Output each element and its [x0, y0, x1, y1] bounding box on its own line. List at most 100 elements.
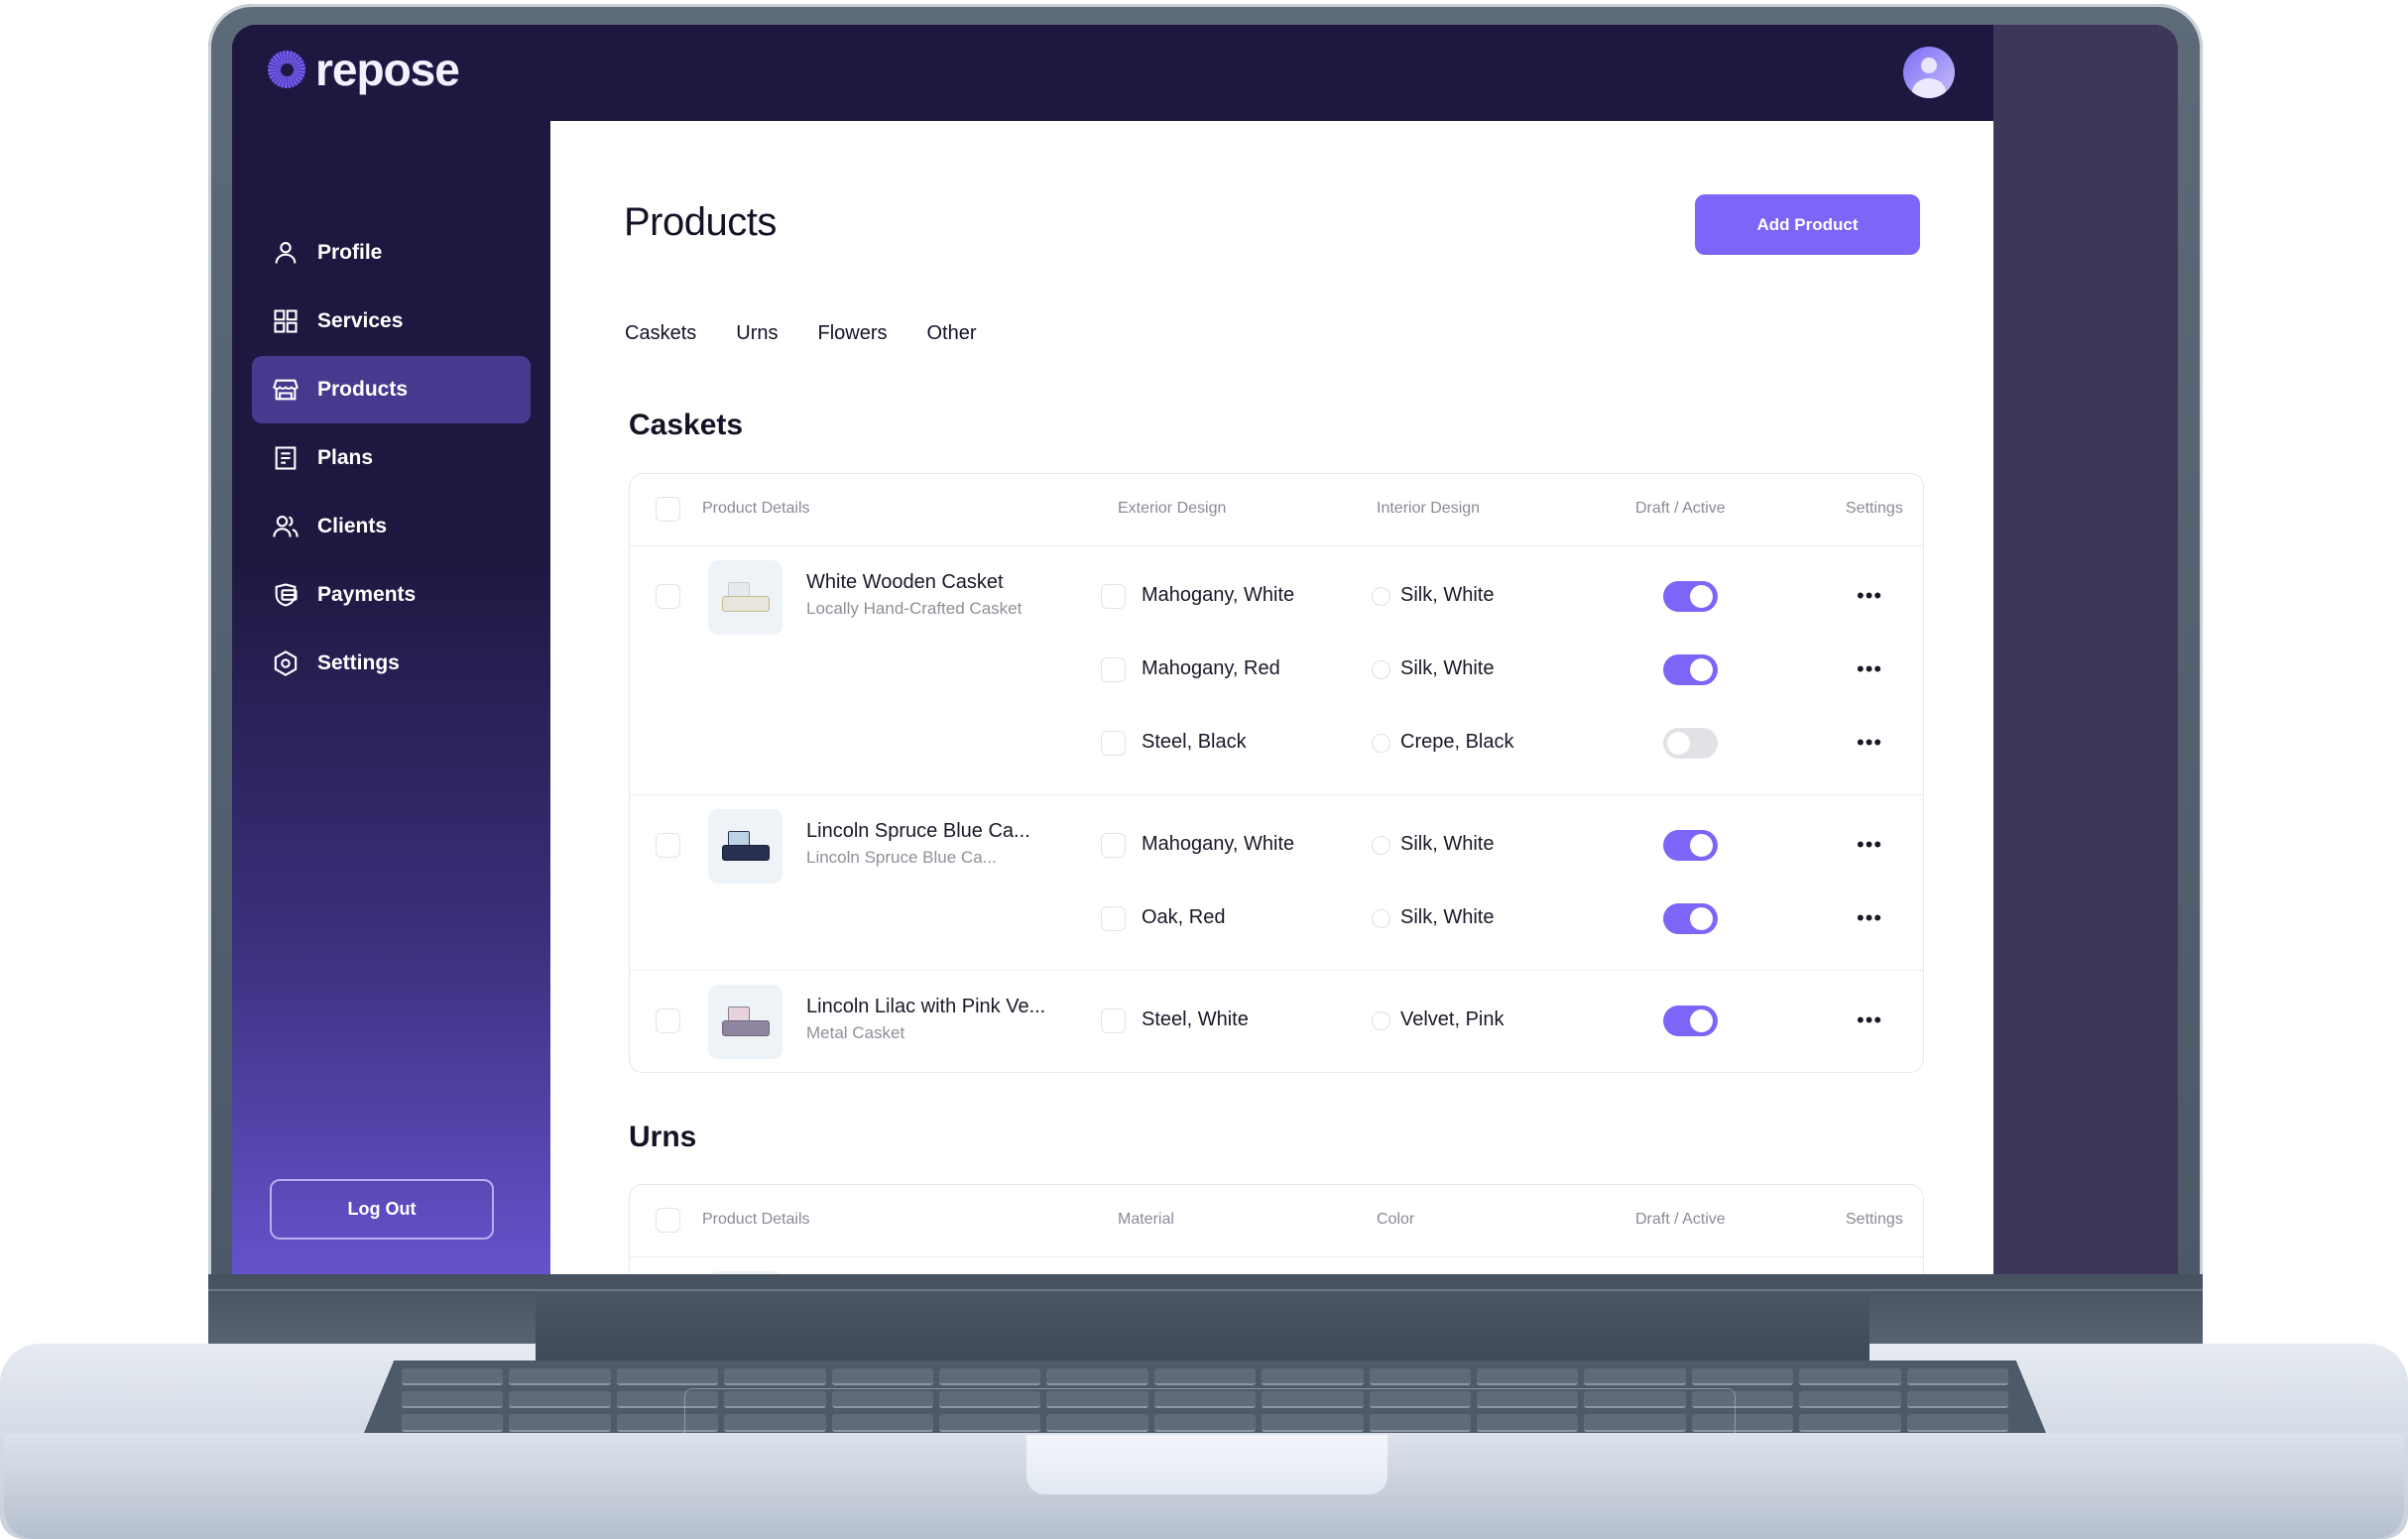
keyboard-key: [1477, 1368, 1579, 1386]
active-toggle[interactable]: [1663, 654, 1718, 685]
interior-radio[interactable]: [1372, 836, 1390, 855]
variant-checkbox[interactable]: [1101, 833, 1126, 858]
interior-radio[interactable]: [1372, 734, 1390, 753]
select-all-checkbox[interactable]: [656, 497, 680, 522]
sidebar-item-settings[interactable]: Settings: [252, 630, 531, 697]
keyboard-key: [1262, 1368, 1364, 1386]
interior-design: Crepe, Black: [1400, 731, 1514, 753]
page-title: Products: [624, 200, 777, 244]
casket-blue-icon: [720, 830, 772, 863]
more-options-icon[interactable]: •••: [1857, 732, 1886, 754]
hexagon-gear-icon: [274, 651, 298, 676]
column-header: Product Details: [702, 500, 810, 517]
keyboard-key: [1369, 1368, 1471, 1386]
add-product-button[interactable]: Add Product: [1695, 194, 1920, 255]
more-options-icon[interactable]: •••: [1857, 585, 1886, 607]
sidebar-item-products[interactable]: Products: [252, 356, 531, 423]
user-icon: [275, 242, 297, 264]
active-toggle[interactable]: [1663, 830, 1718, 861]
user-avatar[interactable]: [1903, 47, 1955, 98]
keyboard-key: [724, 1368, 826, 1386]
product-image[interactable]: [708, 560, 783, 635]
product-name[interactable]: Lincoln Lilac with Pink Ve...: [806, 996, 1045, 1018]
product-name[interactable]: Lincoln Spruce Blue Ca...: [806, 820, 1030, 843]
keyboard-key: [1153, 1368, 1257, 1386]
document-icon: [275, 446, 297, 470]
keyboard-key: [1691, 1368, 1794, 1386]
sidebar-item-payments[interactable]: Payments: [252, 561, 531, 629]
sidebar-item-label: Plans: [317, 446, 374, 469]
product-image[interactable]: [708, 985, 783, 1059]
row-checkbox[interactable]: [656, 833, 680, 858]
brand-logo[interactable]: repose: [268, 47, 460, 92]
keyboard-key: [1799, 1414, 1901, 1432]
interior-radio[interactable]: [1372, 587, 1390, 606]
laptop-screen: repose Profile Services Products Plans C…: [232, 25, 2178, 1274]
column-header: Color: [1377, 1211, 1415, 1228]
more-options-icon[interactable]: •••: [1857, 1009, 1886, 1031]
keyboard-key: [1046, 1368, 1148, 1386]
more-options-icon[interactable]: •••: [1857, 907, 1886, 929]
keyboard-key: [509, 1414, 611, 1432]
active-toggle[interactable]: [1663, 581, 1718, 612]
interior-radio[interactable]: [1372, 1011, 1390, 1030]
sidebar-item-plans[interactable]: Plans: [252, 424, 531, 492]
variant-checkbox[interactable]: [1101, 906, 1126, 931]
variant-checkbox[interactable]: [1101, 731, 1126, 756]
column-header: Draft / Active: [1635, 1211, 1726, 1228]
variant-checkbox[interactable]: [1101, 657, 1126, 682]
interior-radio[interactable]: [1372, 660, 1390, 679]
tab-other[interactable]: Other: [927, 322, 977, 345]
product-image[interactable]: [708, 1271, 783, 1274]
column-header: Settings: [1846, 1211, 1903, 1228]
product-subtitle: Lincoln Spruce Blue Ca...: [806, 848, 997, 867]
sidebar-item-clients[interactable]: Clients: [252, 493, 531, 560]
laptop-hinge-notch: [536, 1291, 1869, 1372]
section-title-urns: Urns: [629, 1121, 697, 1153]
variant-checkbox[interactable]: [1101, 1008, 1126, 1033]
exterior-design: Oak, Red: [1142, 906, 1226, 928]
sidebar-item-label: Clients: [317, 515, 388, 537]
active-toggle[interactable]: [1663, 1006, 1718, 1036]
variant-checkbox[interactable]: [1101, 584, 1126, 609]
keyboard-key: [1906, 1368, 2008, 1386]
column-header: Interior Design: [1377, 500, 1481, 517]
column-header: Product Details: [702, 1211, 810, 1228]
tab-flowers[interactable]: Flowers: [817, 322, 887, 345]
interior-design: Silk, White: [1400, 584, 1495, 606]
keyboard-key: [509, 1368, 611, 1386]
category-tabs: Caskets Urns Flowers Other: [625, 322, 977, 345]
interior-design: Velvet, Pink: [1400, 1008, 1505, 1030]
more-options-icon[interactable]: •••: [1857, 658, 1886, 680]
users-icon: [273, 516, 299, 537]
row-checkbox[interactable]: [656, 1008, 680, 1033]
sidebar-item-services[interactable]: Services: [252, 288, 531, 355]
tab-urns[interactable]: Urns: [736, 322, 778, 345]
interior-radio[interactable]: [1372, 909, 1390, 928]
sidebar-item-profile[interactable]: Profile: [252, 219, 531, 287]
more-options-icon[interactable]: •••: [1857, 834, 1886, 856]
logout-button[interactable]: Log Out: [270, 1179, 494, 1240]
table-header: Product Details Exterior Design Interior…: [630, 474, 1923, 546]
select-all-checkbox[interactable]: [656, 1208, 680, 1233]
product-name[interactable]: White Wooden Casket: [806, 571, 1004, 594]
exterior-design: Mahogany, White: [1142, 584, 1295, 606]
sidebar: Profile Services Products Plans Clients …: [232, 121, 550, 1274]
active-toggle[interactable]: [1663, 903, 1718, 934]
wallet-shield-icon: [275, 583, 298, 607]
keyboard-key: [402, 1391, 504, 1409]
exterior-design: Mahogany, White: [1142, 833, 1295, 855]
section-title-caskets: Caskets: [629, 409, 744, 441]
urns-table: Product Details Material Color Draft / A…: [629, 1184, 1924, 1274]
interior-design: Silk, White: [1400, 906, 1495, 928]
keyboard-key: [616, 1368, 719, 1386]
keyboard-key: [402, 1414, 504, 1432]
tab-caskets[interactable]: Caskets: [625, 322, 696, 345]
table-header: Product Details Material Color Draft / A…: [630, 1185, 1923, 1257]
row-checkbox[interactable]: [656, 584, 680, 609]
active-toggle[interactable]: [1663, 728, 1718, 759]
exterior-design: Steel, White: [1142, 1008, 1249, 1030]
product-image[interactable]: [708, 809, 783, 884]
keyboard-key: [1906, 1414, 2008, 1432]
product-group: White Wooden Casket Locally Hand-Crafted…: [630, 546, 1923, 795]
